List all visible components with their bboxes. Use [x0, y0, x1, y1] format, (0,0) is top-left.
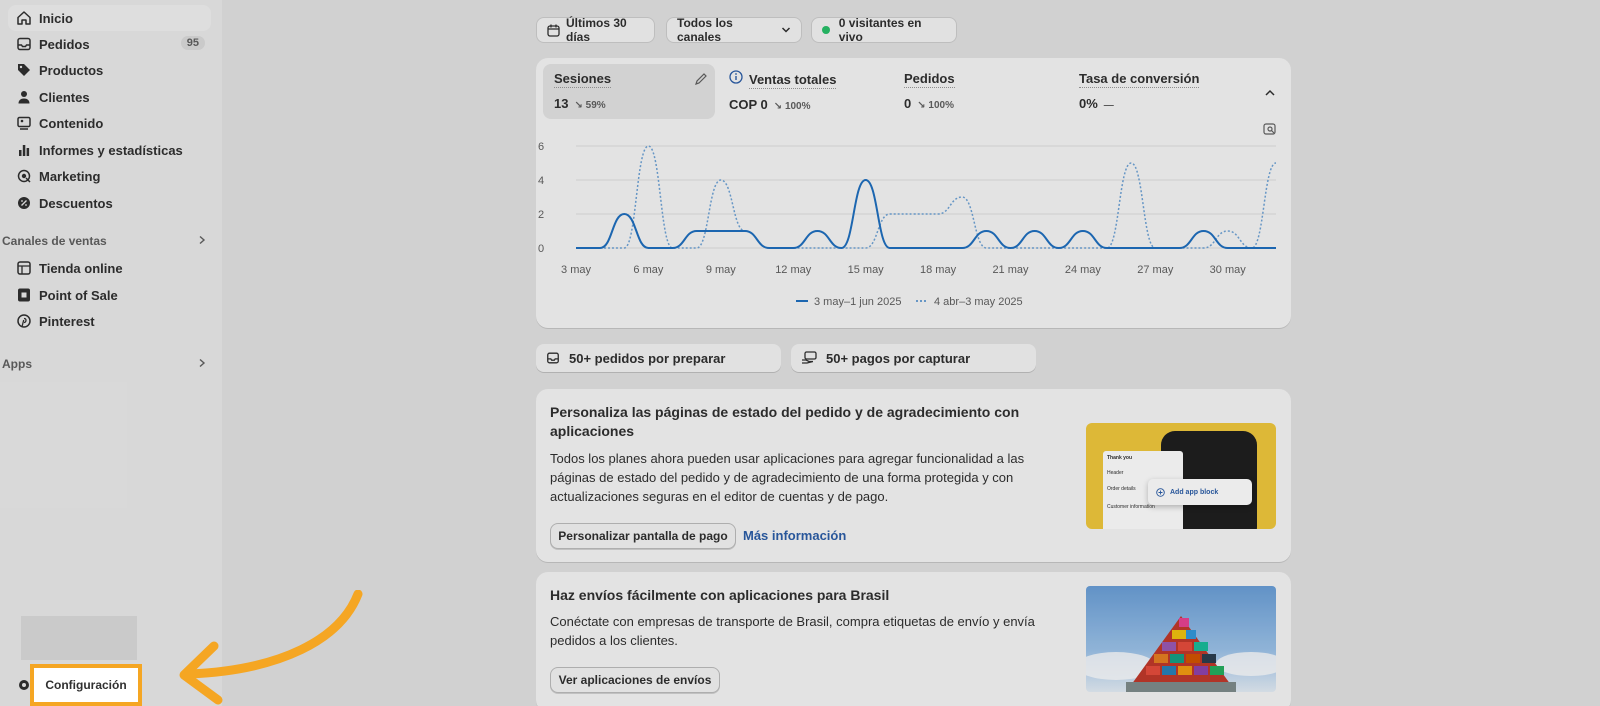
mock-add-block-label: Add app block: [1170, 488, 1219, 496]
promo-title: Personaliza las páginas de estado del pe…: [550, 404, 1020, 439]
add-app-block-mock: Add app block: [1148, 479, 1252, 505]
legend-label: 4 abr–3 may 2025: [934, 296, 1023, 308]
sidebar-item-contenido[interactable]: Contenido: [8, 110, 211, 136]
sidebar-item-label: Point of Sale: [39, 287, 118, 303]
apps-label: Apps: [2, 357, 32, 371]
hand-cash-icon: [801, 351, 817, 365]
series-line: [575, 145, 1277, 249]
sidebar-item-clientes[interactable]: Clientes: [8, 84, 211, 110]
apps-header[interactable]: Apps: [2, 357, 211, 371]
sidebar-item-tienda-online[interactable]: Tienda online: [8, 255, 211, 281]
person-icon: [16, 89, 32, 105]
mock-header: Header: [1107, 470, 1124, 476]
sales-channels-header[interactable]: Canales de ventas: [2, 234, 211, 248]
date-range-picker[interactable]: Últimos 30 días: [536, 16, 655, 44]
sidebar-item-label: Productos: [39, 62, 104, 78]
sidebar-item-label: Descuentos: [39, 195, 113, 211]
store-icon: [16, 260, 32, 276]
customize-checkout-button[interactable]: Personalizar pantalla de pago: [550, 523, 736, 549]
sidebar-item-label: Clientes: [39, 89, 90, 105]
target-icon: [16, 168, 32, 184]
sidebar-item-label: Contenido: [39, 115, 104, 131]
x-tick-label: 18 may: [920, 264, 957, 276]
channel-filter[interactable]: Todos los canales: [666, 16, 802, 44]
x-tick-label: 15 may: [848, 264, 885, 276]
action-pill-label: 50+ pedidos por preparar: [569, 350, 726, 366]
promo-body: Todos los planes ahora pueden usar aplic…: [550, 451, 1025, 504]
x-tick-label: 21 may: [992, 264, 1029, 276]
settings-highlight-button[interactable]: Configuración: [30, 664, 142, 706]
live-visitors-button[interactable]: 0 visitantes en vivo: [811, 16, 957, 44]
sidebar-item-label: Pedidos: [39, 36, 90, 52]
annotation-arrow-icon: [179, 590, 363, 705]
settings-label: Configuración: [45, 678, 127, 692]
sidebar-item-descuentos[interactable]: Descuentos: [8, 190, 211, 216]
promo-illustration: Thank you Header Order details Customer …: [1086, 423, 1276, 529]
sidebar-item-label: Pinterest: [39, 313, 95, 329]
chevron-down-icon: [781, 25, 791, 35]
calendar-icon: [547, 24, 560, 37]
bar-chart-icon: [16, 142, 32, 158]
x-tick-label: 3 may: [561, 264, 591, 276]
sidebar-item-pinterest[interactable]: Pinterest: [8, 308, 211, 334]
inbox-icon: [546, 351, 560, 365]
container-pyramid-image: [1086, 616, 1276, 692]
content-icon: [16, 115, 32, 131]
sidebar-item-label: Marketing: [39, 168, 101, 184]
y-tick-label: 0: [538, 243, 544, 255]
sales-channels-label: Canales de ventas: [2, 234, 107, 248]
payments-to-capture-button[interactable]: 50+ pagos por capturar: [791, 344, 1036, 372]
plus-circle-icon: [1156, 487, 1165, 497]
sidebar-item-label: Inicio: [39, 10, 73, 26]
date-range-label: Últimos 30 días: [566, 16, 627, 44]
sidebar-item-point-of-sale[interactable]: Point of Sale: [8, 282, 211, 308]
action-pill-label: 50+ pagos por capturar: [826, 350, 971, 366]
home-icon: [16, 10, 32, 26]
chevron-right-icon: [197, 234, 207, 248]
promo-body: Conéctate con empresas de transporte de …: [550, 614, 1035, 648]
x-tick-label: 9 may: [706, 264, 736, 276]
promo-title: Haz envíos fácilmente con aplicaciones p…: [550, 587, 890, 603]
discount-icon: [16, 195, 32, 211]
chevron-right-icon: [197, 357, 207, 371]
sidebar-item-marketing[interactable]: Marketing: [8, 163, 211, 189]
y-tick-label: 6: [538, 141, 544, 153]
x-tick-label: 12 may: [775, 264, 812, 276]
sidebar-item-productos[interactable]: Productos: [8, 57, 211, 83]
sidebar-item-informes[interactable]: Informes y estadísticas: [8, 137, 211, 163]
x-tick-label: 24 may: [1065, 264, 1102, 276]
mock-thank-you: Thank you: [1107, 455, 1133, 461]
analytics-card: Sesiones 13 ↘ 59% Ventas totales COP 0 ↘ 1…: [536, 58, 1291, 328]
inbox-icon: [16, 36, 32, 52]
pinterest-icon: [16, 313, 32, 329]
channel-filter-label: Todos los canales: [677, 16, 733, 44]
tooltip-ghost: [21, 616, 137, 660]
y-tick-label: 4: [538, 175, 544, 187]
legend-label: 3 may–1 jun 2025: [814, 296, 901, 308]
learn-more-link[interactable]: Más información: [743, 528, 846, 543]
live-dot-icon: [822, 26, 830, 34]
shipping-illustration: [1086, 586, 1276, 692]
sidebar-item-inicio[interactable]: Inicio: [8, 5, 211, 31]
x-tick-label: 30 may: [1210, 264, 1247, 276]
x-tick-label: 6 may: [633, 264, 663, 276]
orders-to-prepare-button[interactable]: 50+ pedidos por preparar: [536, 344, 781, 372]
x-tick-label: 27 may: [1137, 264, 1174, 276]
promo-card-checkout: Personaliza las páginas de estado del pe…: [536, 389, 1291, 562]
sidebar-item-label: Tienda online: [39, 260, 123, 276]
orders-count-badge: 95: [180, 36, 205, 50]
promo-card-shipping: Haz envíos fácilmente con aplicaciones p…: [536, 572, 1291, 706]
live-visitors-label: 0 visitantes en vivo: [838, 16, 922, 44]
view-shipping-apps-button[interactable]: Ver aplicaciones de envíos: [550, 667, 720, 693]
sessions-chart: 0 2 4 6 3 may 6 may 9 may 12 may 15 may 18 may 21 …: [538, 141, 1277, 308]
sidebar-item-label: Informes y estadísticas: [39, 142, 183, 158]
sidebar-item-pedidos[interactable]: Pedidos 95: [8, 31, 211, 57]
y-tick-label: 2: [538, 209, 544, 221]
tag-icon: [16, 62, 32, 78]
pos-icon: [16, 287, 32, 303]
